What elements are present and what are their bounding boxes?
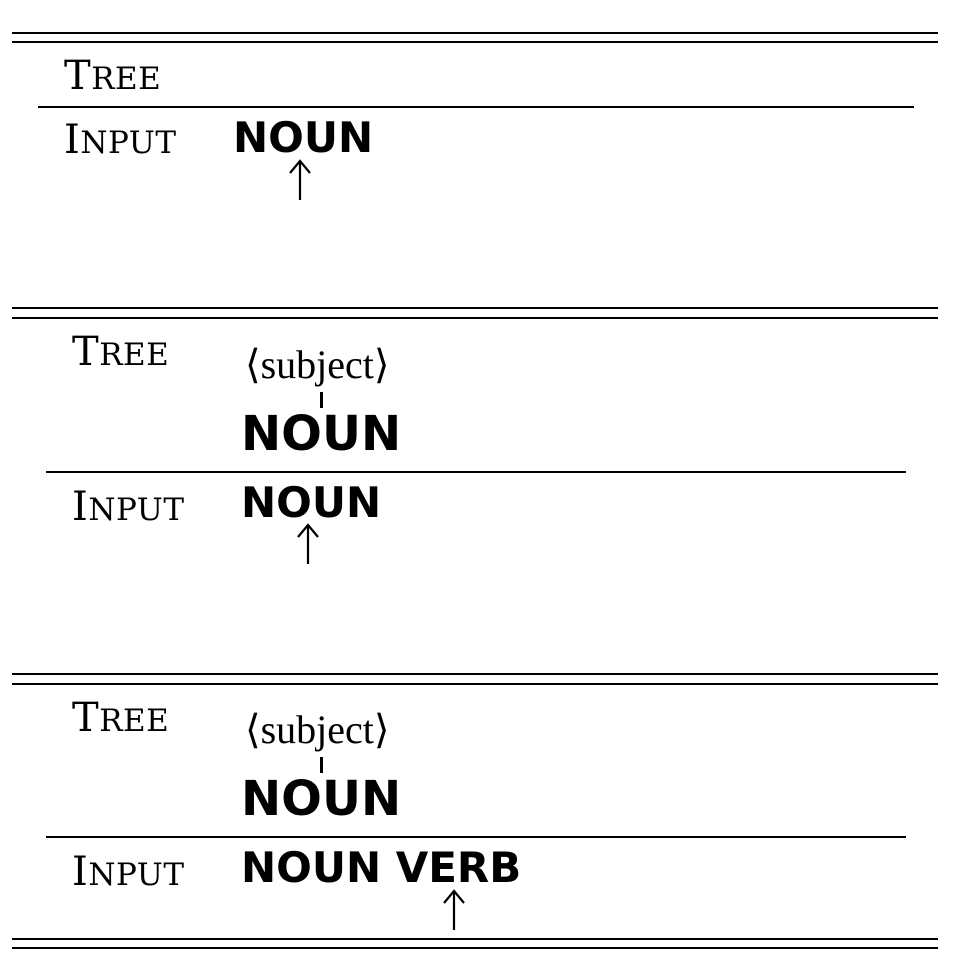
bottom-rule-outer <box>12 947 938 949</box>
up-arrow-icon <box>285 158 315 202</box>
panel-2-input-label: INPUT <box>72 484 185 530</box>
panel-1-input-label: INPUT <box>64 117 177 163</box>
panel-3-tree-node: ⟨subject⟩ <box>245 707 390 752</box>
panel-3-input-label: INPUT <box>72 849 185 895</box>
panel-1-top-rule-outer <box>12 32 938 34</box>
panel-3-input-symbols: NOUN VERB <box>241 843 522 892</box>
panel-2-divider <box>46 471 906 473</box>
panel-3-top-rule-inner <box>12 683 938 685</box>
panel-2-top-rule-outer <box>12 307 938 309</box>
panel-3-top-rule-outer <box>12 673 938 675</box>
up-arrow-icon <box>293 522 323 566</box>
panel-2-tree-symbol: NOUN <box>241 406 402 462</box>
panel-2-tree-node: ⟨subject⟩ <box>245 342 390 387</box>
bottom-rule-inner <box>12 938 938 940</box>
panel-2-input-symbols: NOUN <box>241 478 382 527</box>
panel-2-top-rule-inner <box>12 317 938 319</box>
panel-3-divider <box>46 836 906 838</box>
panel-1-tree-label: TREE <box>64 53 162 99</box>
panel-3-tree-symbol: NOUN <box>241 771 402 827</box>
panel-1-top-rule-inner <box>12 41 938 43</box>
up-arrow-icon <box>439 888 469 932</box>
panel-3-tree-label: TREE <box>72 695 170 741</box>
panel-1-divider <box>38 106 914 108</box>
panel-2-tree-label: TREE <box>72 329 170 375</box>
panel-1-input-symbols: NOUN <box>233 113 374 162</box>
